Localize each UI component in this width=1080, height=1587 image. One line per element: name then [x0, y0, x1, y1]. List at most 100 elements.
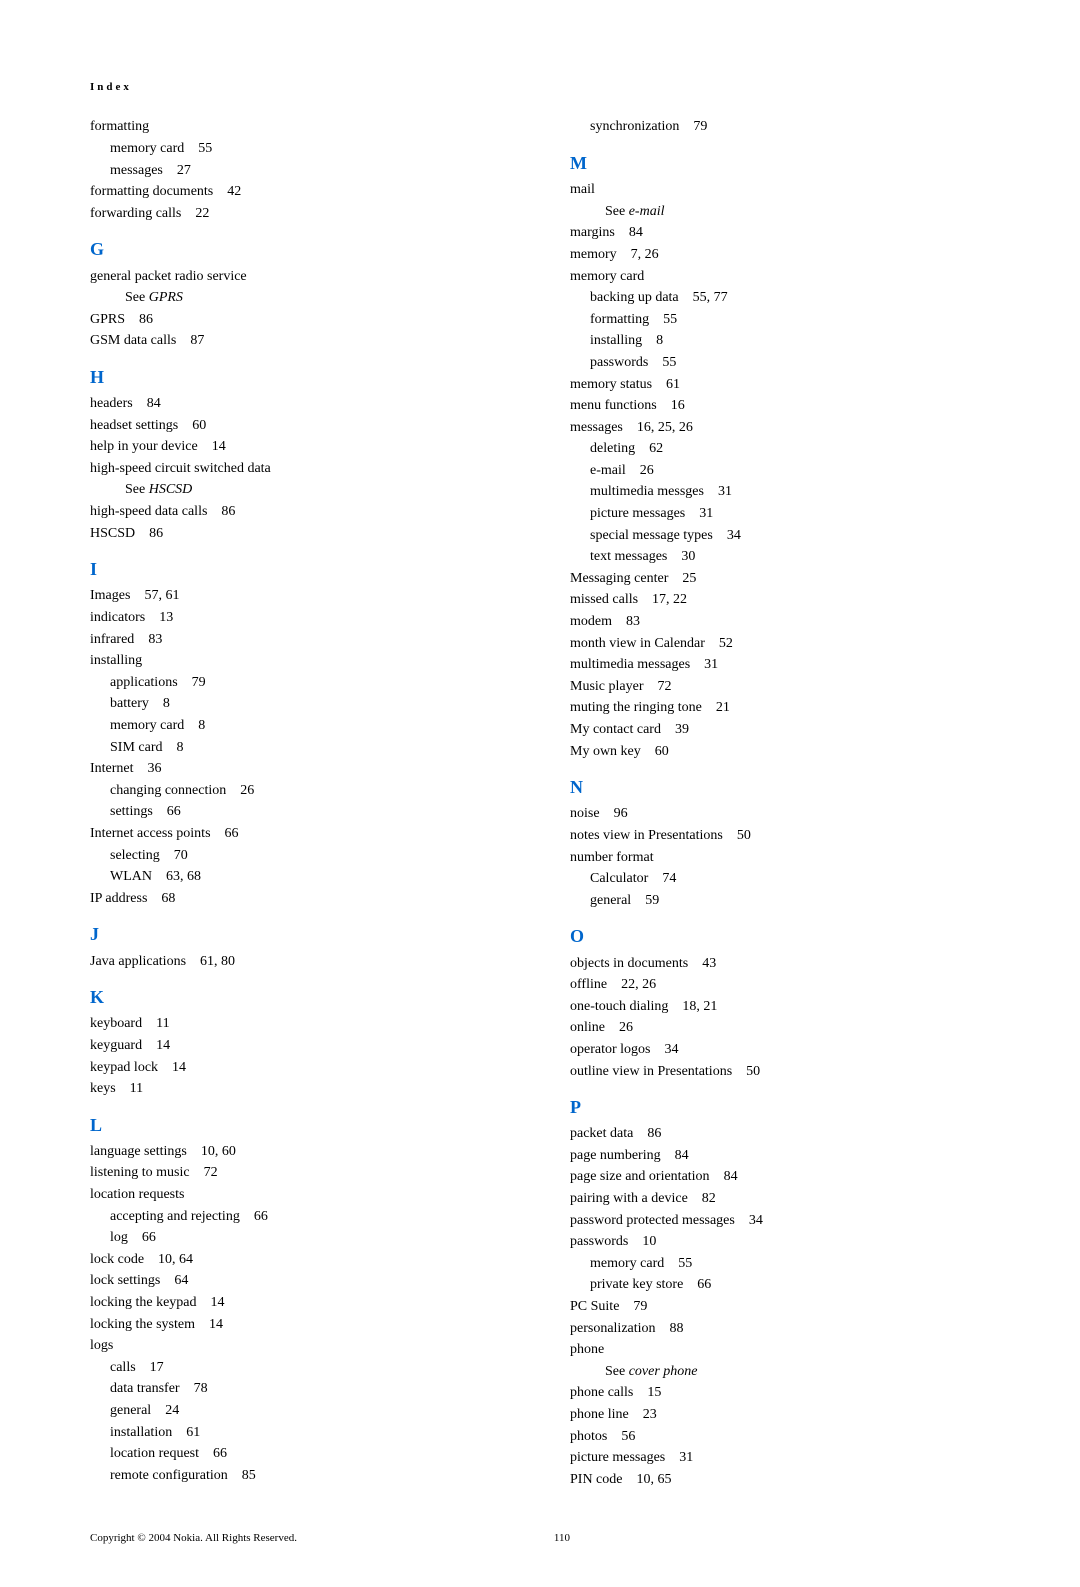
entry-pages: 61 [666, 377, 680, 392]
entry-pages: 88 [670, 1321, 684, 1336]
entry-text: indicators [90, 610, 145, 625]
index-see-reference: See GPRS [125, 288, 510, 308]
index-sub-entry: accepting and rejecting66 [110, 1207, 510, 1227]
index-entry: My own key60 [570, 742, 990, 762]
entry-pages: 84 [629, 225, 643, 240]
entry-pages: 14 [212, 439, 226, 454]
entry-text: number format [570, 850, 654, 865]
entry-pages: 11 [130, 1081, 143, 1096]
sub-entry-text: installing [590, 333, 642, 348]
entry-pages: 82 [702, 1191, 716, 1206]
sub-entry-pages: 79 [192, 675, 206, 690]
entry-text: GPRS [90, 312, 125, 327]
sub-entry-pages: 8 [163, 696, 170, 711]
entry-text: phone [570, 1342, 604, 1357]
entry-pages: 50 [746, 1064, 760, 1079]
entry-text: installing [90, 653, 142, 668]
index-sub-entry: special message types34 [590, 526, 990, 546]
index-sub-entry: multimedia messges31 [590, 482, 990, 502]
index-letter: P [570, 1095, 990, 1120]
sub-entry-pages: 63, 68 [166, 869, 201, 884]
sub-entry-text: synchronization [590, 119, 679, 134]
entry-text: keyboard [90, 1016, 142, 1031]
sub-entry-text: data transfer [110, 1381, 180, 1396]
sub-entry-pages: 70 [174, 848, 188, 863]
index-entry: keyguard 14 [90, 1036, 510, 1056]
entry-text: locking the system [90, 1317, 195, 1332]
index-entry: high-speed circuit switched data [90, 459, 510, 479]
index-sub-entry: applications79 [110, 673, 510, 693]
sub-entry-text: Calculator [590, 871, 648, 886]
index-entry: menu functions16 [570, 396, 990, 416]
index-entry: notes view in Presentations50 [570, 826, 990, 846]
index-sub-entry: memory card55 [110, 139, 510, 159]
sub-entry-text: selecting [110, 848, 160, 863]
index-sub-entry: log66 [110, 1228, 510, 1248]
sub-entry-pages: 85 [242, 1468, 256, 1483]
entry-text: pairing with a device [570, 1191, 688, 1206]
index-sub-entry: WLAN 63, 68 [110, 867, 510, 887]
sub-entry-pages: 55 [662, 355, 676, 370]
entry-pages: 14 [209, 1317, 223, 1332]
index-entry: HSCSD86 [90, 524, 510, 544]
index-sub-entry: installing8 [590, 331, 990, 351]
index-entry: language settings10, 60 [90, 1142, 510, 1162]
entry-text: PIN code [570, 1472, 623, 1487]
sub-entry-pages: 66 [213, 1446, 227, 1461]
entry-pages: 22 [195, 206, 209, 221]
index-sub-entry: battery8 [110, 694, 510, 714]
see-target: e-mail [629, 204, 665, 219]
sub-entry-text: picture messages [590, 506, 685, 521]
entry-pages: 60 [192, 418, 206, 433]
sub-entry-pages: 26 [240, 783, 254, 798]
index-see-reference: See HSCSD [125, 480, 510, 500]
entry-text: keyguard [90, 1038, 142, 1053]
entry-text: headset settings [90, 418, 178, 433]
entry-text: GSM data calls [90, 333, 176, 348]
index-letter: H [90, 365, 510, 390]
see-prefix: See [125, 482, 149, 497]
entry-text: messages [570, 420, 623, 435]
see-target: GPRS [149, 290, 183, 305]
index-sub-entry: Calculator74 [590, 869, 990, 889]
index-sub-entry: formatting55 [590, 310, 990, 330]
entry-pages: 14 [156, 1038, 170, 1053]
index-entry: lock settings64 [90, 1271, 510, 1291]
sub-entry-text: backing up data [590, 290, 679, 305]
entry-pages: 84 [147, 396, 161, 411]
index-entry: GSM data calls87 [90, 331, 510, 351]
entry-pages: 18, 21 [682, 999, 717, 1014]
index-entry: forwarding calls 22 [90, 204, 510, 224]
index-entry: outline view in Presentations50 [570, 1062, 990, 1082]
sub-entry-text: messages [110, 163, 163, 178]
entry-pages: 79 [633, 1299, 647, 1314]
entry-pages: 84 [675, 1148, 689, 1163]
sub-entry-pages: 59 [645, 893, 659, 908]
index-entry: headset settings 60 [90, 416, 510, 436]
entry-text: forwarding calls [90, 206, 181, 221]
entry-pages: 23 [643, 1407, 657, 1422]
index-entry: keyboard11 [90, 1014, 510, 1034]
entry-text: high-speed circuit switched data [90, 461, 271, 476]
index-entry: locking the system 14 [90, 1315, 510, 1335]
index-see-reference: See cover phone [605, 1362, 990, 1382]
sub-entry-text: text messages [590, 549, 667, 564]
entry-text: personalization [570, 1321, 656, 1336]
entry-text: locking the keypad [90, 1295, 197, 1310]
entry-pages: 60 [655, 744, 669, 759]
entry-pages: 42 [227, 184, 241, 199]
index-entry: headers84 [90, 394, 510, 414]
index-entry: page size and orientation84 [570, 1167, 990, 1187]
index-sub-entry: memory card55 [590, 1254, 990, 1274]
entry-text: modem [570, 614, 612, 629]
sub-entry-text: WLAN [110, 869, 152, 884]
index-entry: My contact card39 [570, 720, 990, 740]
sub-entry-pages: 66 [697, 1277, 711, 1292]
index-entry: listening to music72 [90, 1163, 510, 1183]
index-entry: memory card [570, 267, 990, 287]
sub-entry-pages: 24 [165, 1403, 179, 1418]
index-sub-entry: data transfer78 [110, 1379, 510, 1399]
index-entry: margins84 [570, 223, 990, 243]
sub-entry-text: accepting and rejecting [110, 1209, 240, 1224]
entry-text: phone line [570, 1407, 629, 1422]
